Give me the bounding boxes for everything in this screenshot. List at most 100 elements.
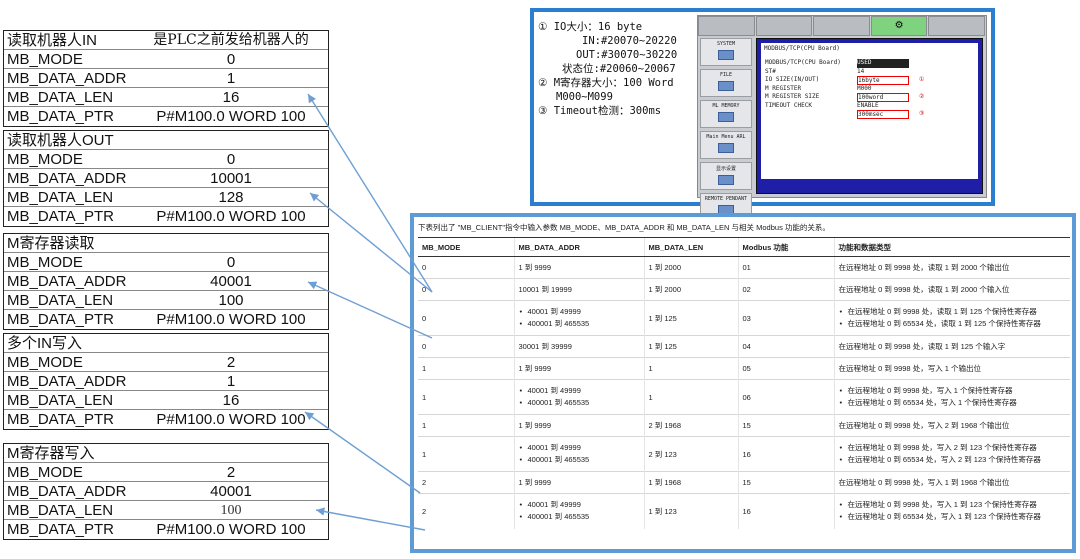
pendant-side-button-label: ML MEMORY [712,103,740,109]
cell-bullet: 400001 到 465535 [519,318,640,330]
teach-pendant-screen: ⚙ SYSTEM FILE ML MEMORY Main Menu ARL 显示设置 RE… [697,15,987,221]
setting-value[interactable]: 16byte [857,76,909,85]
param-row: MB_DATA_ADDR 1 [4,69,328,88]
hmi-screenshot-panel: ① IO大小：16 byte IN:#20070~20220 OUT:#3007… [530,8,995,221]
setting-label: TIMEOUT CHECK [765,101,812,109]
param-name: MB_DATA_ADDR [7,170,127,187]
pendant-tab[interactable] [813,16,870,36]
pendant-tab[interactable] [755,16,813,36]
cell-desc: 在远程地址 0 到 9998 处，写入 2 到 123 个保持性寄存器在远程地址… [833,436,1070,472]
param-value: 1 [226,373,236,390]
cell-text: 1 到 9999 [518,478,552,487]
param-table-note [134,334,328,352]
pendant-display: MODBUS/TCP(CPU Board) MODBUS/TCP(CPU Boa… [756,38,983,194]
setting-label [765,110,857,119]
param-table-note [134,131,328,149]
param-value: 16 [222,89,240,106]
cell-desc: 在远程地址 0 到 9998 处，读取 1 到 2000 个输出位 [833,256,1070,279]
cell-mode: 1 [418,414,514,437]
pendant-side-button[interactable]: FILE [700,69,752,97]
cell-desc: 在远程地址 0 到 9998 处，读取 1 到 125 个输入字 [833,335,1070,358]
setting-label: M REGISTER [765,84,802,92]
setting-marker: ② [919,93,925,100]
pendant-side-button[interactable]: SYSTEM [700,38,752,66]
setting-value[interactable]: ENABLE [857,102,909,111]
setting-marker [909,102,919,111]
param-name: MB_DATA_PTR [7,311,114,328]
cell-bullet: 在远程地址 0 到 9998 处，读取 1 到 125 个保持性寄存器 [839,306,1067,318]
setting-value[interactable]: 14 [857,68,909,77]
param-table-m-register-write: M寄存器写入 MB_MODE 2 MB_DATA_ADDR 40001 MB_DATA_L… [3,443,329,540]
reference-row: 1 1 到 9999 2 到 1968 15 在远程地址 0 到 9998 处，写入 2… [418,414,1070,437]
cell-func: 01 [737,256,834,279]
menu-icon [718,112,734,122]
param-table-header: M寄存器写入 [4,444,328,463]
cell-mode: 2 [418,471,514,494]
param-table-note: 是PLC之前发给机器人的 [153,32,309,48]
pendant-tab-active[interactable]: ⚙ [870,16,928,36]
note-io-size: ① IO大小：16 byte [538,21,643,33]
cell-len: 2 到 1968 [643,414,738,437]
config-notes: ① IO大小：16 byte IN:#20070~20220 OUT:#3007… [538,20,698,118]
setting-marker [909,85,919,94]
cell-text: 30001 到 39999 [518,342,572,351]
pendant-side-button[interactable]: 显示设置 [700,162,752,190]
param-name: MB_MODE [7,51,83,68]
param-name: MB_DATA_LEN [7,189,114,206]
setting-label: MODBUS/TCP(CPU Board) [765,59,841,66]
param-value: 2 [226,464,236,481]
param-row: MB_DATA_LEN 16 [4,391,328,410]
pendant-setting-row: MODBUS/TCP(CPU Board) USED [765,59,974,68]
setting-value[interactable]: USED [857,59,909,68]
reference-row: 2 1 到 9999 1 到 1968 15 在远程地址 0 到 9998 处，写入 1… [418,471,1070,494]
note-out-range: OUT:#30070~30220 [576,49,678,61]
cell-bullet: 400001 到 465535 [519,511,640,523]
param-value: P#M100.0 WORD 100 [156,311,306,328]
param-table-robot-out-read: 读取机器人OUT MB_MODE 0 MB_DATA_ADDR 10001 MB_DATA… [3,130,329,227]
setting-value[interactable]: 100word [857,93,909,102]
param-value: P#M100.0 WORD 100 [156,521,306,538]
param-row: MB_DATA_PTR P#M100.0 WORD 100 [4,310,328,329]
param-table-title: 多个IN写入 [7,335,83,352]
param-name: MB_DATA_PTR [7,108,114,125]
menu-icon [718,81,734,91]
setting-value[interactable]: 300msec [857,110,909,119]
cell-desc: 在远程地址 0 到 9998 处，写入 1 个输出位 [833,357,1070,380]
cell-mode: 1 [418,357,514,380]
cell-desc: 在远程地址 0 到 9998 处，写入 1 到 123 个保持性寄存器在远程地址… [833,493,1070,529]
pendant-tab[interactable] [928,16,985,36]
cell-func: 15 [737,414,834,437]
param-table-note [134,444,328,462]
param-row: MB_MODE 0 [4,253,328,272]
param-value: 1 [226,70,236,87]
reference-row: 0 10001 到 19999 1 到 2000 02 在远程地址 0 到 9998 处… [418,278,1070,301]
reference-row: 0 30001 到 39999 1 到 125 04 在远程地址 0 到 9998 处，… [418,335,1070,358]
cell-bullet: 在远程地址 0 到 9998 处，写入 1 到 123 个保持性寄存器 [839,499,1067,511]
param-value: 16 [222,392,240,409]
pendant-side-button-label: REMOTE PENDANT [704,196,748,202]
note-m-register-range: M000~M099 [556,91,613,103]
setting-value[interactable]: M000 [857,85,909,94]
param-name: MB_DATA_LEN [7,292,114,309]
cell-desc: 在远程地址 0 到 9998 处，读取 1 到 125 个保持性寄存器在远程地址… [833,300,1070,336]
param-table-title: 读取机器人OUT [7,132,114,149]
pendant-side-button[interactable]: ML MEMORY [700,100,752,128]
setting-marker [909,68,919,77]
cell-addr: 40001 到 49999400001 到 465535 [513,379,644,415]
cell-bullet: 40001 到 49999 [519,499,640,511]
param-table-header: 多个IN写入 [4,334,328,353]
cell-text: 在远程地址 0 到 9998 处，写入 2 到 1968 个输出位 [838,421,1010,430]
pendant-side-button[interactable]: Main Menu ARL [700,131,752,159]
cell-len: 1 到 2000 [643,278,738,301]
cell-func: 06 [737,379,834,415]
cell-len: 1 到 123 [643,493,738,529]
cell-addr: 30001 到 39999 [513,335,644,358]
param-name: MB_DATA_PTR [7,208,114,225]
pendant-tab[interactable] [698,16,755,36]
param-table-title: M寄存器读取 [7,235,95,252]
cell-text: 1 到 9999 [518,421,552,430]
cell-addr: 1 到 9999 [513,414,644,437]
note-timeout: ③ Timeout检测：300ms [538,105,662,117]
cell-mode: 0 [418,335,514,358]
param-row: MB_DATA_LEN 128 [4,188,328,207]
